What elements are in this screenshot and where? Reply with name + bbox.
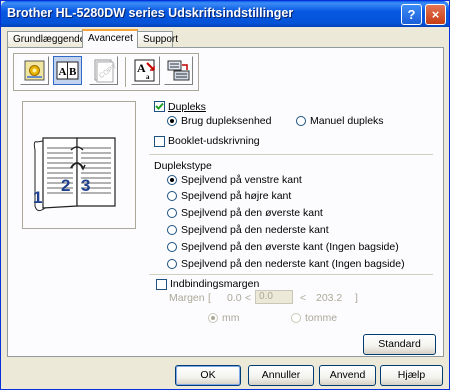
margin-min: 0.0 bbox=[227, 292, 242, 304]
tab-support[interactable]: Support bbox=[137, 31, 178, 47]
svg-text:A: A bbox=[137, 61, 146, 75]
duplex-type-radio-1[interactable] bbox=[167, 175, 177, 185]
manual-duplex-radio[interactable] bbox=[296, 116, 306, 126]
preview-page-2: 2 bbox=[61, 176, 71, 195]
unit-inch-label[interactable]: tomme bbox=[305, 312, 337, 324]
apply-button[interactable]: Anvend bbox=[319, 365, 376, 386]
preview-page-3: 3 bbox=[81, 176, 91, 195]
svg-text:a: a bbox=[146, 73, 150, 81]
divider bbox=[149, 154, 433, 155]
duplex-type-radio-5[interactable] bbox=[167, 242, 177, 252]
help-button[interactable]: Hjælp bbox=[380, 365, 443, 386]
margin-lt-2: < bbox=[300, 292, 307, 304]
tab-grundlaeggende[interactable]: Grundlæggende bbox=[7, 31, 85, 47]
duplex-type-radio-2[interactable] bbox=[167, 191, 177, 201]
copy-stamp-button[interactable]: COPY bbox=[89, 56, 119, 85]
cancel-button[interactable]: Annuller bbox=[248, 365, 314, 386]
divider bbox=[149, 274, 433, 275]
ok-button[interactable]: OK bbox=[175, 365, 241, 386]
booklet-preview-image bbox=[33, 137, 116, 212]
device-options-icon bbox=[167, 60, 190, 81]
svg-text:A: A bbox=[59, 66, 67, 78]
booklet-checkbox[interactable] bbox=[154, 136, 165, 147]
duplex-button[interactable]: A B bbox=[53, 56, 82, 85]
window-title: Brother HL-5280DW series Udskriftsindsti… bbox=[7, 6, 294, 20]
margin-close-bracket: ] bbox=[355, 292, 358, 304]
unit-mm-label[interactable]: mm bbox=[222, 312, 240, 324]
duplex-ab-icon: A B bbox=[56, 61, 79, 80]
margin-label: Margen bbox=[169, 292, 205, 304]
tab-avanceret[interactable]: Avanceret bbox=[82, 29, 138, 48]
svg-text:B: B bbox=[69, 66, 77, 78]
margin-lt-1: < bbox=[245, 292, 252, 304]
duplex-type-label-5[interactable]: Spejlvend på den øverste kant (Ingen bag… bbox=[181, 241, 399, 253]
print-settings-dialog: Brother HL-5280DW series Udskriftsindsti… bbox=[0, 0, 450, 390]
duplex-type-radio-4[interactable] bbox=[167, 225, 177, 235]
duplex-unit-label[interactable]: Brug dupleksenhed bbox=[181, 115, 272, 127]
duplex-type-heading: Duplekstype bbox=[154, 160, 212, 172]
duplex-type-label-6[interactable]: Spejlvend på den nederste kant (Ingen ba… bbox=[181, 258, 405, 270]
booklet-label[interactable]: Booklet-udskrivning bbox=[168, 135, 260, 147]
standard-button[interactable]: Standard bbox=[363, 334, 436, 355]
duplex-preview: 1 2 3 bbox=[22, 101, 136, 229]
unit-mm-radio[interactable] bbox=[208, 313, 218, 323]
binding-margin-label[interactable]: Indbindingsmargen bbox=[170, 278, 259, 290]
binding-margin-checkbox[interactable] bbox=[156, 279, 167, 290]
watermark-quality-button[interactable] bbox=[20, 56, 49, 85]
duplex-type-label-4[interactable]: Spejlvend på den nederste kant bbox=[181, 224, 329, 236]
toolbar-separator bbox=[125, 57, 127, 87]
margin-input[interactable]: 0.0 bbox=[255, 290, 293, 304]
unit-inch-radio[interactable] bbox=[291, 313, 301, 323]
close-button[interactable]: × bbox=[425, 4, 446, 25]
scaling-icon: A a bbox=[134, 59, 155, 82]
title-help-button[interactable]: ? bbox=[401, 4, 422, 25]
title-bar[interactable]: Brother HL-5280DW series Udskriftsindsti… bbox=[1, 1, 449, 27]
copy-stamp-icon: COPY bbox=[94, 59, 119, 83]
duplex-type-label-3[interactable]: Spejlvend på den øverste kant bbox=[181, 207, 323, 219]
duplex-type-label-2[interactable]: Spejlvend på højre kant bbox=[181, 190, 291, 202]
margin-open-bracket: [ bbox=[208, 292, 211, 304]
checkmark-icon bbox=[155, 102, 164, 110]
duplex-unit-radio[interactable] bbox=[167, 116, 177, 126]
manual-duplex-label[interactable]: Manuel dupleks bbox=[310, 115, 384, 127]
duplex-type-radio-6[interactable] bbox=[167, 259, 177, 269]
duplex-checkbox[interactable] bbox=[154, 101, 165, 112]
margin-max: 203.2 bbox=[316, 292, 343, 304]
preview-page-1: 1 bbox=[33, 188, 43, 207]
watermark-quality-icon bbox=[24, 60, 45, 81]
duplex-type-label-1[interactable]: Spejlvend på venstre kant bbox=[181, 174, 302, 186]
scaling-button[interactable]: A a bbox=[131, 56, 160, 85]
duplex-type-radio-3[interactable] bbox=[167, 208, 177, 218]
device-options-button[interactable] bbox=[164, 56, 193, 85]
duplex-label[interactable]: Dupleks bbox=[168, 101, 206, 113]
